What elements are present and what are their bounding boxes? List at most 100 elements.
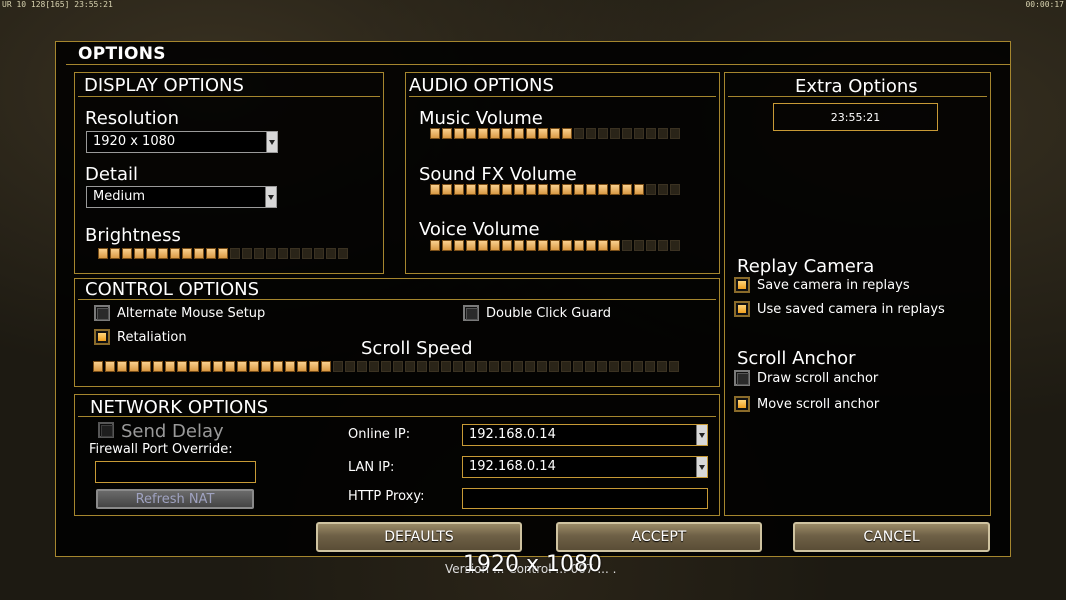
slider-segment[interactable] [550,240,560,251]
slider-segment[interactable] [454,240,464,251]
slider-segment[interactable] [670,240,680,251]
chevron-down-icon[interactable] [696,425,707,445]
slider-segment[interactable] [182,248,192,259]
slider-segment[interactable] [574,128,584,139]
slider-segment[interactable] [442,128,452,139]
slider-segment[interactable] [141,361,151,372]
save-camera-checkbox[interactable] [734,277,750,293]
slider-segment[interactable] [285,361,295,372]
slider-segment[interactable] [225,361,235,372]
slider-segment[interactable] [321,361,331,372]
lan-ip-dropdown[interactable]: 192.168.0.14 [462,456,708,478]
slider-segment[interactable] [622,184,632,195]
slider-segment[interactable] [465,361,475,372]
firewall-port-input[interactable] [95,461,256,483]
slider-segment[interactable] [489,361,499,372]
music-volume-slider[interactable] [430,128,680,139]
slider-segment[interactable] [134,248,144,259]
slider-segment[interactable] [646,184,656,195]
slider-segment[interactable] [538,240,548,251]
slider-segment[interactable] [609,361,619,372]
slider-segment[interactable] [490,240,500,251]
slider-segment[interactable] [338,248,348,259]
slider-segment[interactable] [466,184,476,195]
slider-segment[interactable] [129,361,139,372]
chevron-down-icon[interactable] [266,132,277,152]
double-click-guard-checkbox[interactable] [463,305,479,321]
slider-segment[interactable] [550,184,560,195]
send-delay-checkbox[interactable] [98,422,114,438]
slider-segment[interactable] [309,361,319,372]
slider-segment[interactable] [326,248,336,259]
slider-segment[interactable] [633,361,643,372]
detail-dropdown[interactable]: Medium [86,186,277,208]
slider-segment[interactable] [585,361,595,372]
slider-segment[interactable] [610,128,620,139]
slider-segment[interactable] [117,361,127,372]
slider-segment[interactable] [441,361,451,372]
slider-segment[interactable] [194,248,204,259]
slider-segment[interactable] [442,240,452,251]
slider-segment[interactable] [230,248,240,259]
slider-segment[interactable] [634,184,644,195]
slider-segment[interactable] [537,361,547,372]
slider-segment[interactable] [514,240,524,251]
slider-segment[interactable] [454,128,464,139]
slider-segment[interactable] [213,361,223,372]
slider-segment[interactable] [430,240,440,251]
slider-segment[interactable] [466,128,476,139]
alternate-mouse-checkbox[interactable] [94,305,110,321]
slider-segment[interactable] [417,361,427,372]
slider-segment[interactable] [490,128,500,139]
slider-segment[interactable] [237,361,247,372]
slider-segment[interactable] [429,361,439,372]
slider-segment[interactable] [610,184,620,195]
slider-segment[interactable] [302,248,312,259]
slider-segment[interactable] [146,248,156,259]
voice-volume-slider[interactable] [430,240,680,251]
scroll-speed-slider[interactable] [93,361,679,372]
slider-segment[interactable] [670,184,680,195]
slider-segment[interactable] [634,128,644,139]
slider-segment[interactable] [93,361,103,372]
slider-segment[interactable] [538,184,548,195]
slider-segment[interactable] [502,128,512,139]
draw-scroll-anchor-checkbox[interactable] [734,370,750,386]
slider-segment[interactable] [242,248,252,259]
brightness-slider[interactable] [98,248,348,259]
slider-segment[interactable] [610,240,620,251]
sfx-volume-slider[interactable] [430,184,680,195]
slider-segment[interactable] [658,128,668,139]
slider-segment[interactable] [254,248,264,259]
defaults-button[interactable]: DEFAULTS [316,522,522,552]
slider-segment[interactable] [562,128,572,139]
slider-segment[interactable] [526,128,536,139]
slider-segment[interactable] [218,248,228,259]
slider-segment[interactable] [658,240,668,251]
slider-segment[interactable] [597,361,607,372]
slider-segment[interactable] [634,240,644,251]
slider-segment[interactable] [177,361,187,372]
slider-segment[interactable] [369,361,379,372]
slider-segment[interactable] [562,184,572,195]
slider-segment[interactable] [110,248,120,259]
refresh-nat-button[interactable]: Refresh NAT [96,489,254,509]
slider-segment[interactable] [502,240,512,251]
slider-segment[interactable] [170,248,180,259]
cancel-button[interactable]: CANCEL [793,522,990,552]
slider-segment[interactable] [249,361,259,372]
http-proxy-input[interactable] [462,488,708,509]
slider-segment[interactable] [573,361,583,372]
slider-segment[interactable] [490,184,500,195]
slider-segment[interactable] [549,361,559,372]
slider-segment[interactable] [514,128,524,139]
chevron-down-icon[interactable] [696,457,707,477]
slider-segment[interactable] [261,361,271,372]
chevron-down-icon[interactable] [265,187,276,207]
slider-segment[interactable] [153,361,163,372]
slider-segment[interactable] [206,248,216,259]
slider-segment[interactable] [345,361,355,372]
slider-segment[interactable] [574,240,584,251]
slider-segment[interactable] [562,240,572,251]
slider-segment[interactable] [621,361,631,372]
